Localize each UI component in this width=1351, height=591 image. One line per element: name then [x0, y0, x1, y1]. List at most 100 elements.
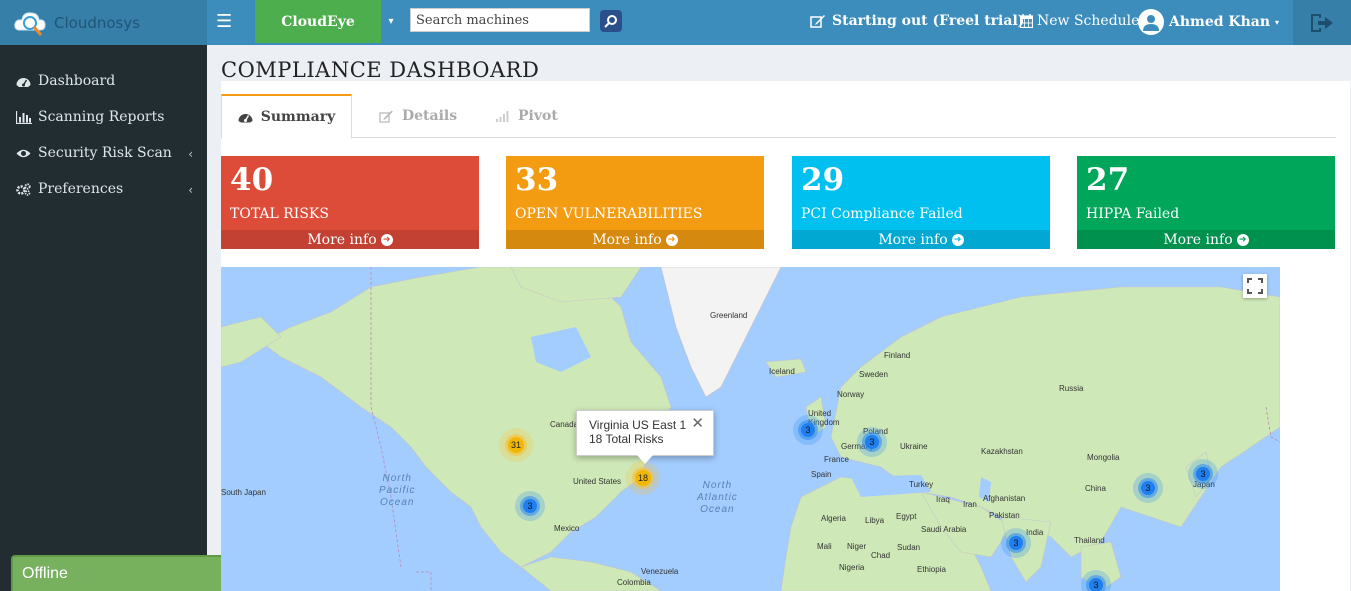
cluster-markers: 31 18 3 3 3 3 3 3 3	[499, 415, 1218, 591]
stat-value: 40	[230, 162, 274, 198]
dashboard-icon	[16, 75, 34, 88]
cluster-count: 3	[869, 437, 874, 447]
tab-label: Summary	[260, 109, 336, 125]
popup-title: Virginia US East 1	[589, 418, 687, 432]
cluster-marker[interactable]: 3	[1188, 459, 1218, 489]
tab-label: Pivot	[518, 108, 558, 124]
tab-pivot[interactable]: Pivot	[495, 94, 558, 138]
search-icon	[604, 15, 617, 28]
avatar	[1138, 9, 1164, 35]
logout-button[interactable]	[1293, 0, 1351, 45]
sidebar-item-label: Preferences	[38, 181, 124, 197]
cluster-marker[interactable]: 3	[1081, 570, 1111, 591]
stat-value: 27	[1086, 162, 1130, 198]
logo[interactable]: Cloudnosys	[0, 0, 207, 45]
cluster-marker[interactable]: 18	[626, 461, 660, 495]
fullscreen-button[interactable]	[1243, 274, 1267, 298]
stat-box-hippa-failed: 27 HIPPA Failed More info ➜	[1077, 156, 1335, 249]
tab-details[interactable]: Details	[379, 94, 457, 138]
edit-icon	[810, 15, 825, 28]
more-info-label: More info	[1163, 231, 1233, 248]
cluster-count: 18	[638, 473, 648, 483]
arrow-circle-right-icon: ➜	[665, 233, 678, 246]
sidebar-item-label: Scanning Reports	[38, 109, 165, 125]
map-info-popup: Virginia US East 1 18 Total Risks ✕	[576, 410, 714, 464]
cluster-count: 3	[1145, 483, 1150, 493]
dashboard-icon	[238, 114, 253, 123]
more-info-link[interactable]: More info ➜	[506, 230, 764, 249]
more-info-link[interactable]: More info ➜	[221, 230, 479, 249]
search-button[interactable]	[600, 10, 622, 32]
stat-label: HIPPA Failed	[1086, 206, 1180, 222]
menu-toggle-icon[interactable]: ☰	[216, 12, 238, 32]
more-info-label: More info	[592, 231, 662, 248]
logo-text: Cloudnosys	[54, 13, 141, 32]
schedule-label: New Schedule!	[1037, 13, 1146, 29]
arrow-circle-right-icon: ➜	[951, 233, 964, 246]
stat-value: 29	[801, 162, 845, 198]
cluster-count: 3	[527, 501, 532, 511]
popup-tail	[637, 455, 653, 464]
close-icon[interactable]: ✕	[691, 416, 704, 431]
user-name: Ahmed Khan	[1169, 14, 1271, 30]
cluster-count: 31	[511, 440, 521, 450]
cluster-marker[interactable]: 3	[857, 427, 887, 457]
cluster-count: 3	[1093, 580, 1098, 590]
top-navbar: Cloudnosys ☰ CloudEye ▾ Starting out (Fr…	[0, 0, 1351, 45]
caret-down-icon[interactable]: ▾	[381, 0, 401, 43]
stat-label: PCI Compliance Failed	[801, 206, 963, 222]
tab-summary[interactable]: Summary	[221, 94, 352, 139]
stat-box-pci-failed: 29 PCI Compliance Failed More info ➜	[792, 156, 1050, 249]
fullscreen-icon	[1247, 278, 1263, 294]
trial-label: Starting out (Freel trial)	[832, 13, 1025, 29]
tab-label: Details	[402, 108, 458, 124]
sidebar-item-preferences[interactable]: Preferences ‹	[0, 171, 207, 207]
new-schedule-link[interactable]: New Schedule!	[1020, 13, 1145, 29]
dashboard-panel: Summary Details Pivot 40 TOTAL RISKS Mor…	[221, 81, 1350, 591]
popup-subtitle: 18 Total Risks	[589, 432, 664, 446]
cluster-marker[interactable]: 3	[1133, 473, 1163, 503]
sidebar: Dashboard Scanning Reports Security Risk…	[0, 45, 207, 591]
cogs-icon	[16, 182, 34, 196]
more-info-label: More info	[878, 231, 948, 248]
offline-label: Offline	[22, 565, 68, 582]
edit-icon	[379, 110, 393, 123]
sidebar-item-label: Security Risk Scan	[38, 145, 172, 161]
main-content: COMPLIANCE DASHBOARD Summary Details Piv…	[207, 45, 1351, 591]
stat-label: OPEN VULNERABILITIES	[515, 206, 703, 222]
more-info-link[interactable]: More info ➜	[792, 230, 1050, 249]
page-title: COMPLIANCE DASHBOARD	[221, 58, 540, 82]
sidebar-item-security-risk-scan[interactable]: Security Risk Scan ‹	[0, 135, 207, 171]
eye-icon	[16, 148, 34, 159]
cluster-marker[interactable]: 3	[1001, 528, 1031, 558]
cluster-count: 3	[1013, 538, 1018, 548]
arrow-circle-right-icon: ➜	[380, 233, 393, 246]
project-selector[interactable]: CloudEye	[255, 0, 381, 43]
sidebar-item-scanning-reports[interactable]: Scanning Reports	[0, 99, 207, 135]
chevron-left-icon: ‹	[188, 147, 193, 161]
cluster-marker[interactable]: 31	[499, 428, 533, 462]
sidebar-item-label: Dashboard	[38, 73, 116, 89]
stat-value: 33	[515, 162, 559, 198]
world-map[interactable]: Greenland Finland Sweden Iceland Norway …	[221, 267, 1280, 591]
search-input[interactable]	[410, 8, 590, 32]
bar-chart-icon	[16, 110, 34, 124]
cluster-marker[interactable]: 3	[515, 491, 545, 521]
signal-bars-icon	[496, 111, 509, 122]
stat-box-open-vulnerabilities: 33 OPEN VULNERABILITIES More info ➜	[506, 156, 764, 249]
more-info-label: More info	[307, 231, 377, 248]
user-icon	[1143, 15, 1159, 31]
cloud-search-logo-icon	[14, 8, 52, 38]
stat-label: TOTAL RISKS	[230, 206, 329, 222]
more-info-link[interactable]: More info ➜	[1077, 230, 1335, 249]
stat-box-total-risks: 40 TOTAL RISKS More info ➜	[221, 156, 479, 249]
cluster-count: 3	[805, 425, 810, 435]
user-menu[interactable]: Ahmed Khan ▾	[1138, 9, 1279, 35]
chevron-left-icon: ‹	[188, 183, 193, 197]
cluster-marker[interactable]: 3	[793, 415, 823, 445]
caret-down-icon: ▾	[1275, 17, 1280, 27]
arrow-circle-right-icon: ➜	[1236, 233, 1249, 246]
sidebar-item-dashboard[interactable]: Dashboard	[0, 63, 207, 99]
trial-link[interactable]: Starting out (Freel trial)	[810, 13, 1024, 29]
calendar-icon	[1020, 14, 1033, 28]
